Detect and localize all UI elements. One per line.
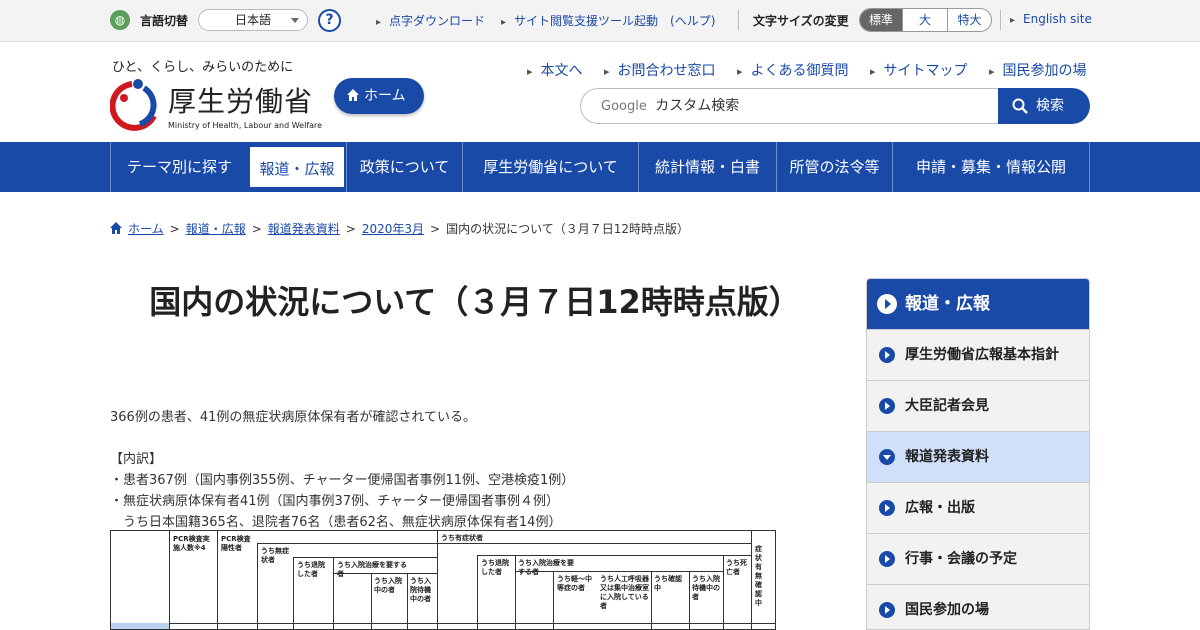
breadcrumb-separator: > [345,222,356,236]
sidebar-item-label: 報道発表資料 [905,449,989,465]
breadcrumb: ホーム > 報道・広報 > 報道発表資料 >2020年3月 > 国内の状況について（３月７日1… [110,220,689,237]
header-link-sitemap[interactable]: サイトマップ [870,60,968,80]
table-header: うち入院待機中の者 [692,575,720,601]
arrow-circle-icon [879,347,895,363]
nav-item-statistics[interactable]: 統計情報・白書 [638,142,776,192]
logo-english-text: Ministry of Health, Labour and Welfare [168,121,323,130]
sidebar-item-label: 行事・会議の予定 [905,551,1017,567]
arrow-down-circle-icon [879,449,895,465]
table-header: うち入院中の者 [374,577,402,594]
header-link-faq[interactable]: よくある御質問 [737,60,849,80]
table-header: うち有症状者 [441,534,483,542]
english-site-link[interactable]: English site [1010,12,1092,26]
sidebar-heading-label: 報道・広報 [905,294,990,314]
sidebar: 報道・広報 厚生労働省広報基本指針 大臣記者会見 報道発表資料 広報・出版 行事… [866,278,1090,630]
breadcrumb-current: 国内の状況について（３月７日12時時点版） [446,222,690,236]
divider [738,10,739,30]
summary-text: 366例の患者、41例の無症状病原体保有者が確認されている。 [110,410,476,425]
logo-text[interactable]: 厚生労働省 [168,80,313,120]
home-icon [110,222,122,234]
font-size-xlarge-button[interactable]: 特大 [947,9,991,31]
search-button[interactable]: 検索 [998,88,1090,124]
sidebar-item-label: 大臣記者会見 [905,398,989,414]
breadcrumb-separator: > [251,222,262,236]
sidebar-item-label: 広報・出版 [905,500,975,516]
font-size-label: 文字サイズの変更 [753,14,849,28]
search-placeholder: カスタム検索 [655,98,740,114]
table-header: うち退院した者 [297,561,325,578]
font-size-switcher: 標準 大 特大 [859,8,992,32]
arrow-circle-icon [879,500,895,516]
breakdown-heading: 【内訳】 [110,452,163,467]
language-select[interactable]: 日本語 [198,9,308,31]
chevron-down-icon [291,18,299,23]
table-header: PCR検査実施人数※4 [173,535,210,552]
site-tagline: ひと、くらし、みらいのために [112,60,294,75]
search-icon [1012,98,1028,114]
home-button[interactable]: ホーム [334,78,424,114]
nav-item-themes[interactable]: テーマ別に探す [110,142,248,192]
sidebar-item-label: 厚生労働省広報基本指針 [905,347,1059,363]
search-button-label: 検索 [1036,98,1064,114]
breadcrumb-separator: > [430,222,441,236]
header-link-main-content[interactable]: 本文へ [527,60,583,80]
arrow-circle-icon [879,551,895,567]
page-title: 国内の状況について（３月７日12時時点版） [149,283,801,321]
nav-item-policy[interactable]: 政策について [346,142,462,192]
table-row-highlight [111,623,169,629]
table-header: うち人工呼吸器又は集中治療室に入院している者 [600,575,649,610]
breadcrumb-link-month[interactable]: 2020年3月 [362,222,424,236]
divider [1000,10,1001,30]
utility-bar: ◍ 言語切替 日本語 ? 点字ダウンロード サイト閲覧支援ツール起動 (ヘルプ)… [0,0,1200,42]
nav-item-applications[interactable]: 申請・募集・情報公開 [892,142,1090,192]
breakdown-line: うち日本国籍365名、退院者76名（患者62名、無症状病原体保有者14例） [110,515,562,530]
breadcrumb-link-press-releases[interactable]: 報道発表資料 [268,222,340,236]
statistics-table-image: PCR検査実施人数※4 PCR検査陽性者 うち無症状者 うち退院した者 うち入院… [110,530,776,630]
font-size-standard-button[interactable]: 標準 [860,9,902,31]
sidebar-item-press-conferences[interactable]: 大臣記者会見 [867,380,1089,431]
breakdown-line: ・無症状病原体保有者41例（国内事例37例、チャーター便帰国者事例４例） [110,494,559,509]
home-button-label: ホーム [364,88,406,104]
arrow-circle-icon [877,294,897,314]
breadcrumb-link-press[interactable]: 報道・広報 [186,222,246,236]
table-header: うち軽～中等症の者 [557,575,592,592]
header-link-public-participation[interactable]: 国民参加の場 [989,60,1087,80]
sidebar-item-press-releases[interactable]: 報道発表資料 [867,431,1089,482]
sidebar-item-public-participation[interactable]: 国民参加の場 [867,584,1089,629]
table-header: うち入院待機中の者 [410,577,431,603]
sidebar-heading[interactable]: 報道・広報 [867,279,1089,329]
sidebar-item-label: 国民参加の場 [905,602,989,618]
nav-item-about[interactable]: 厚生労働省について [462,142,638,192]
language-select-value: 日本語 [235,13,272,27]
header-link-contact[interactable]: お問合わせ窓口 [604,60,716,80]
nav-item-press[interactable]: 報道・広報 [248,145,346,189]
table-header: うち確認中 [654,575,682,592]
language-label: 言語切替 [140,14,189,28]
table-header: うち死亡者 [726,559,747,576]
google-brand-label: Google [601,99,647,114]
accessibility-tool-link[interactable]: サイト閲覧支援ツール起動 (ヘルプ) [501,12,715,29]
sidebar-item-events[interactable]: 行事・会議の予定 [867,533,1089,584]
table-header: 症状有無確認中 [755,545,762,607]
arrow-circle-icon [879,602,895,618]
table-header: PCR検査陽性者 [221,535,251,552]
braille-download-link[interactable]: 点字ダウンロード [376,12,485,29]
font-size-large-button[interactable]: 大 [902,9,947,31]
arrow-circle-icon [879,398,895,414]
breakdown-line: ・患者367例（国内事例355例、チャーター便帰国者事例11例、空港検疫1例） [110,473,575,488]
breadcrumb-link-home[interactable]: ホーム [128,222,164,236]
nav-item-laws[interactable]: 所管の法令等 [776,142,892,192]
home-icon [347,89,359,101]
breadcrumb-separator: > [169,222,180,236]
sidebar-item-pr-guidelines[interactable]: 厚生労働省広報基本指針 [867,329,1089,380]
mhlw-logo-icon[interactable] [110,76,162,132]
globe-icon: ◍ [110,10,130,30]
sidebar-item-publications[interactable]: 広報・出版 [867,482,1089,533]
help-button[interactable]: ? [318,9,341,32]
table-header: うち退院した者 [481,559,509,576]
global-nav: テーマ別に探す 報道・広報 政策について 厚生労働省について 統計情報・白書 所… [0,142,1200,192]
table-header: うち無症状者 [261,547,289,564]
search-input[interactable]: Google カスタム検索 [580,88,1000,124]
